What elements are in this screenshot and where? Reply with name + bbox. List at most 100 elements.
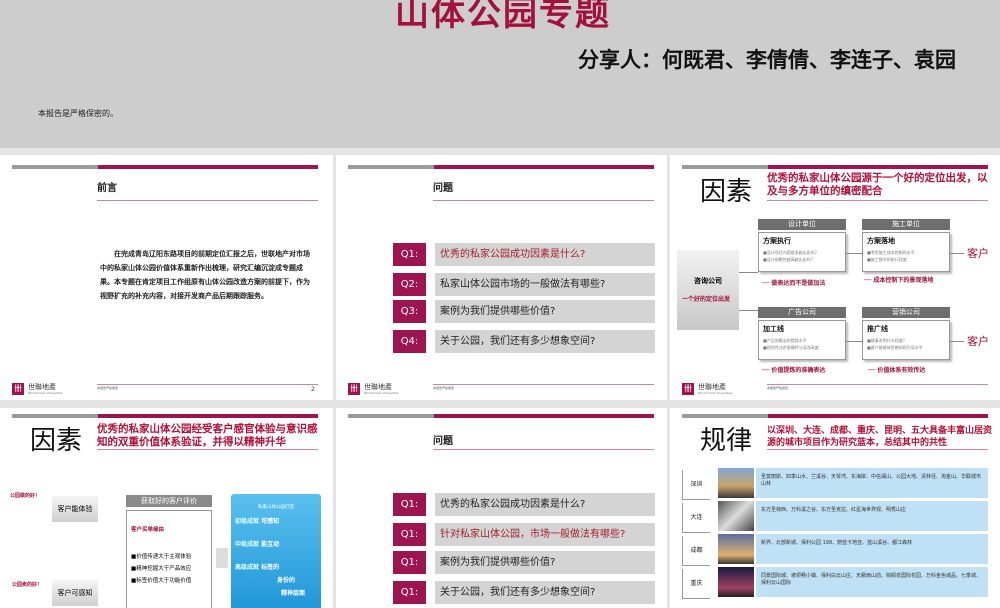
page-number: 2	[311, 386, 315, 393]
city-projects: 新界、北部新城、保利公园 198、蔚蓝卡地亚、蓝山溪谷、都江森林	[756, 534, 988, 564]
header-bar-accent	[98, 165, 318, 169]
divider	[97, 200, 318, 201]
divider	[433, 449, 654, 450]
question-label: Q2:	[393, 273, 426, 296]
divider	[767, 200, 988, 201]
footer-text: 本报告严格保密	[767, 386, 789, 390]
eval-header: 获取好的客户评价	[126, 495, 212, 507]
title-slide[interactable]: 山体公园专题 分享人：何既君、李倩倩、李连子、袁园 本报告是严格保密的。	[0, 0, 1000, 148]
slide-title: 前言	[97, 183, 117, 194]
question-text: 私家山体公园市场的一般做法有哪些?	[435, 273, 655, 296]
unit-note: ── 价值体系有效传达	[868, 367, 926, 374]
header-bar-accent	[434, 414, 654, 418]
slide-factor-positioning-thumbnail[interactable]: 因素 优秀的私家山体公园源于一个好的定位出发，以及与多方单位的缜密配合 咨询公司…	[670, 155, 1000, 400]
unit-note: ── 成本控制下的景观落地	[864, 277, 934, 284]
city-label: 重庆	[682, 569, 710, 599]
question-label: Q1:	[393, 523, 426, 546]
header-bar	[348, 414, 434, 418]
question-label: Q4:	[393, 330, 426, 353]
divider	[433, 200, 654, 201]
question-label: Q3:	[393, 300, 426, 323]
unit-box: 加工线 ■产品到概念的提炼水平 ■视觉传达的准确性与深浅高度	[758, 320, 846, 360]
customer-label: 客户	[967, 247, 989, 260]
footer-text: 本报告严格保密	[433, 386, 455, 390]
slide-questions-2-thumbnail[interactable]: 问题 Q1: 优秀的私家公园成功因素是什么? Q1: 针对私家山体公园，市场一般…	[336, 408, 667, 608]
reason-box: 客户买单缘由 ■价值传递大于主观体验 ■精神挖掘大于产品效应 ■标签价值大于功能…	[126, 510, 212, 608]
city-projects: 东方圣荷西、万科溪之谷、东方圣克拉、红星海世界观、明秀山庄	[756, 501, 988, 531]
question-text: 针对私家山体公园，市场一般做法有哪些?	[435, 523, 655, 546]
unit-header: 广告公司	[758, 307, 846, 318]
unit-note: ── 做表达而不是做加法	[762, 280, 826, 287]
footer-divider	[433, 384, 654, 385]
city-photo	[718, 501, 754, 531]
unit-box: 方案落地 ■考验施工成本控制的水平 ■施工细节的执行程度	[862, 232, 950, 272]
question-text: 关于公园，我们还有多少想象空间?	[435, 330, 655, 353]
slide-title: 问题	[433, 436, 453, 447]
divider	[767, 449, 988, 450]
question-text: 案例为我们提供哪些价值?	[435, 300, 655, 323]
city-projects: 同景国际城、坡领畅小镇、保利白云山庄、天籁雨山前、棕榈泉国际花园、万科金色城品、…	[756, 567, 988, 597]
company-logo: 卌世聯地產 World Union Properties	[682, 382, 733, 395]
consult-company-box: 咨询公司 一个好的定位出发	[677, 250, 739, 330]
question-text: 优秀的私家公园成功因素是什么?	[435, 493, 655, 516]
header-bar	[12, 165, 98, 169]
unit-header: 设计单位	[758, 219, 846, 230]
question-text: 优秀的私家公园成功因素是什么?	[435, 243, 655, 266]
presentation-title: 山体公园专题	[395, 0, 611, 34]
tag-text: 公园卖的好！	[12, 582, 43, 588]
slide-factor-experience-thumbnail[interactable]: 因素 优秀的私家山体公园经受客户感官体验与意识感知的双重价值体系验证，并得以精神…	[0, 408, 333, 608]
arrow-icon	[846, 253, 862, 254]
unit-header: 营销公司	[862, 307, 950, 318]
arrow-icon	[216, 548, 228, 568]
tag-text: 公园做的好！	[10, 493, 41, 499]
question-text: 案例为我们提供哪些价值?	[435, 551, 655, 574]
arrow-icon	[950, 341, 964, 342]
connector	[739, 310, 758, 311]
arrow-icon	[846, 341, 862, 342]
city-projects: 圣莫丽斯、四季山水、兰溪谷、天琴湾、东海岸、中信澜山、公园大地、清林径、淘金山、…	[756, 468, 988, 498]
slide-preface-thumbnail[interactable]: 前言 在完成青岛辽阳东路项目的前期定位汇报之后，世联地产对市场中的私家山体公园价…	[0, 155, 333, 400]
header-bar	[682, 414, 768, 418]
experience-box: 客户能体验	[52, 496, 98, 522]
slide-subtitle: 以深圳、大连、成都、重庆、昆明、五大具备丰富山居资源的城市项目作为研究蓝本，总结…	[767, 426, 993, 448]
divider	[97, 449, 318, 450]
slide-big-title: 因素	[30, 426, 83, 456]
achievement-panel: 私家山体公园打造 初级成就 可感知 中级成就 能互动 高级成就 标签的 身份的 …	[231, 494, 321, 608]
city-photo	[718, 468, 754, 498]
unit-header: 施工单位	[862, 219, 950, 230]
unit-note: ── 价值提炼的准确表达	[762, 367, 826, 374]
header-bar	[348, 165, 434, 169]
question-text: 关于公园，我们还有多少想象空间?	[435, 581, 655, 604]
city-label: 成都	[682, 536, 710, 566]
question-label: Q1:	[393, 581, 426, 604]
question-label: Q1:	[393, 493, 426, 516]
footer-text: 本报告严格保密	[97, 386, 119, 390]
perception-box: 客户可感知	[52, 580, 98, 606]
slide-rules-thumbnail[interactable]: 规律 以深圳、大连、成都、重庆、昆明、五大具备丰富山居资源的城市项目作为研究蓝本…	[670, 408, 1000, 608]
connector	[739, 272, 758, 273]
arrow-icon	[950, 253, 964, 254]
header-bar	[682, 165, 768, 169]
slide-questions-thumbnail[interactable]: 问题 Q1: 优秀的私家公园成功因素是什么? Q2: 私家山体公园市场的一般做法…	[336, 155, 667, 400]
slide-title: 问题	[433, 183, 453, 194]
question-label: Q1:	[393, 551, 426, 574]
footer-divider	[767, 384, 988, 385]
customer-label: 客户	[967, 335, 989, 348]
slide-big-title: 规律	[700, 426, 753, 456]
city-photo	[718, 534, 754, 564]
slide-big-title: 因素	[700, 177, 753, 207]
slide-subtitle: 优秀的私家山体公园源于一个好的定位出发，以及与多方单位的缜密配合	[767, 172, 988, 197]
unit-box: 推广线 ■故事讲到什么程度? ■客户能够体验感知的引导水平	[862, 320, 950, 360]
question-label: Q1:	[393, 243, 426, 266]
city-label: 深圳	[682, 470, 710, 500]
footer-divider	[97, 384, 318, 385]
city-label: 大连	[682, 503, 710, 533]
city-photo	[718, 567, 754, 597]
preface-body: 在完成青岛辽阳东路项目的前期定位汇报之后，世联地产对市场中的私家山体公园价值体系…	[100, 250, 310, 300]
company-logo: 卌世聯地產 World Union Properties	[12, 382, 63, 395]
header-bar-accent	[768, 165, 988, 169]
confidential-note: 本报告是严格保密的。	[38, 109, 118, 118]
header-bar	[12, 414, 98, 418]
header-bar-accent	[768, 414, 988, 418]
sharer-text: 分享人：何既君、李倩倩、李连子、袁园	[578, 48, 956, 72]
